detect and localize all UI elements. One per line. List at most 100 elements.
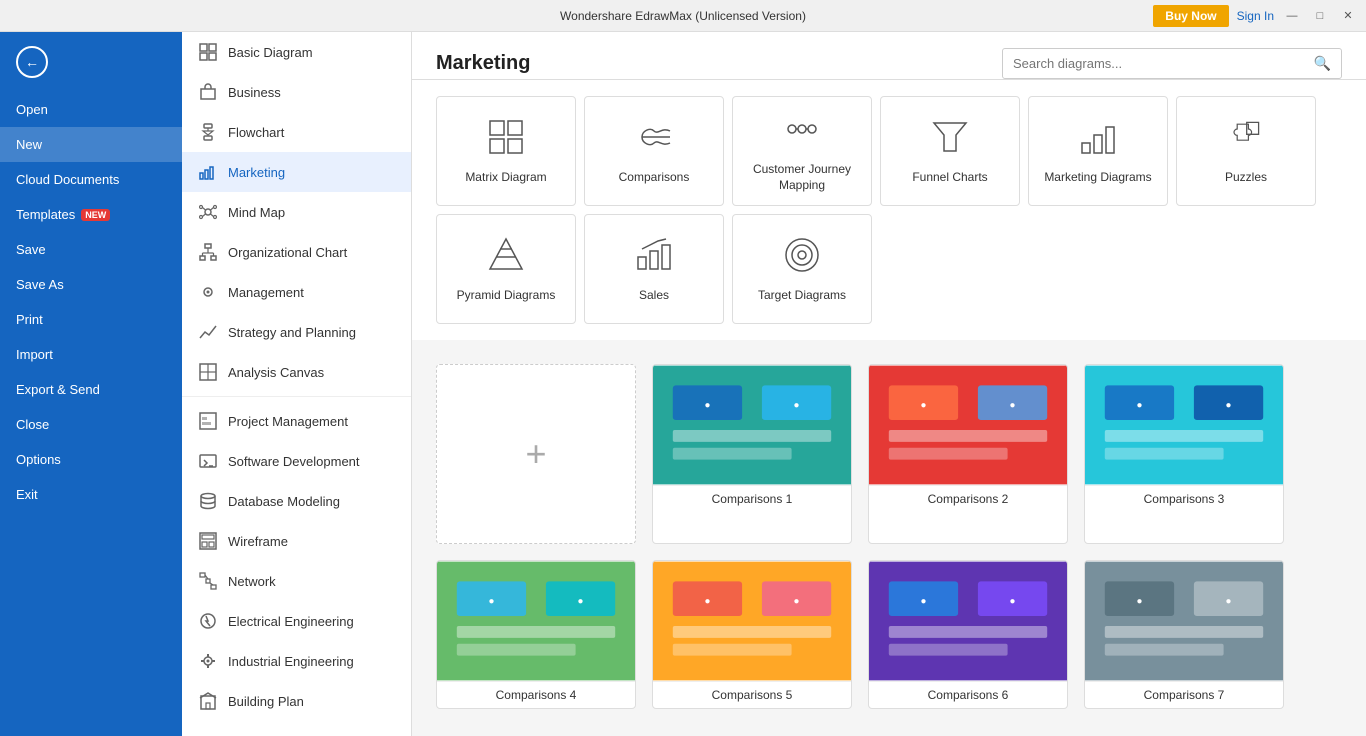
template-label-comp2: Comparisons 2 <box>869 485 1067 512</box>
back-button[interactable]: ← <box>0 32 182 92</box>
maximize-button[interactable]: □ <box>1310 6 1330 26</box>
nav-item-strategy[interactable]: Strategy and Planning <box>182 312 411 352</box>
template-card-comp5[interactable]: ● ● Comparisons 5 <box>652 560 852 709</box>
template-label-comp1: Comparisons 1 <box>653 485 851 512</box>
comparisons-category-icon <box>634 117 674 162</box>
network-icon <box>198 571 218 591</box>
database-icon <box>198 491 218 511</box>
template-thumb-comp2: ● ● <box>869 365 1067 485</box>
nav-item-label-business: Business <box>228 85 281 100</box>
category-card-customer-journey[interactable]: Customer Journey Mapping <box>732 96 872 206</box>
app-title: Wondershare EdrawMax (Unlicensed Version… <box>560 9 806 23</box>
category-label-funnel: Funnel Charts <box>912 170 987 186</box>
category-card-pyramid[interactable]: Pyramid Diagrams <box>436 214 576 324</box>
template-label-comp6: Comparisons 6 <box>869 681 1067 708</box>
sidebar-item-new[interactable]: New <box>0 127 182 162</box>
template-card-comp1[interactable]: ● ● Comparisons 1 <box>652 364 852 544</box>
category-label-pyramid: Pyramid Diagrams <box>457 288 556 304</box>
sidebar-item-open[interactable]: Open <box>0 92 182 127</box>
search-input[interactable] <box>1013 56 1314 71</box>
sidebar-item-save[interactable]: Save <box>0 232 182 267</box>
sidebar-item-exit[interactable]: Exit <box>0 477 182 512</box>
left-sidebar: ← OpenNewCloud DocumentsTemplatesNEWSave… <box>0 32 182 736</box>
search-icon[interactable]: 🔍 <box>1314 55 1331 72</box>
category-label-comparisons: Comparisons <box>619 170 690 186</box>
category-card-matrix[interactable]: Matrix Diagram <box>436 96 576 206</box>
svg-text:●: ● <box>1226 596 1232 607</box>
nav-divider <box>182 396 411 397</box>
funnel-category-icon <box>930 117 970 162</box>
sidebar-item-templates[interactable]: TemplatesNEW <box>0 197 182 232</box>
category-card-funnel[interactable]: Funnel Charts <box>880 96 1020 206</box>
category-label-puzzles: Puzzles <box>1225 170 1267 186</box>
nav-item-industrial[interactable]: Industrial Engineering <box>182 641 411 681</box>
nav-item-org-chart[interactable]: Organizational Chart <box>182 232 411 272</box>
add-template-button[interactable]: + <box>436 364 636 544</box>
nav-item-building[interactable]: Building Plan <box>182 681 411 721</box>
category-card-target[interactable]: Target Diagrams <box>732 214 872 324</box>
nav-item-management[interactable]: Management <box>182 272 411 312</box>
sidebar-item-print[interactable]: Print <box>0 302 182 337</box>
category-card-sales[interactable]: Sales <box>584 214 724 324</box>
sidebar-item-import[interactable]: Import <box>0 337 182 372</box>
nav-item-mind-map[interactable]: Mind Map <box>182 192 411 232</box>
minimize-button[interactable]: — <box>1282 6 1302 26</box>
nav-item-marketing[interactable]: Marketing <box>182 152 411 192</box>
nav-item-project-mgmt[interactable]: Project Management <box>182 401 411 441</box>
category-label-sales: Sales <box>639 288 669 304</box>
matrix-category-icon <box>486 117 526 162</box>
category-section: Matrix Diagram Comparisons Customer Journe… <box>412 80 1366 340</box>
sidebar-item-save-as[interactable]: Save As <box>0 267 182 302</box>
content-header: Marketing 🔍 <box>412 32 1366 80</box>
nav-item-label-project-mgmt: Project Management <box>228 414 348 429</box>
template-thumb-comp6: ● ● <box>869 561 1067 681</box>
title-bar: Wondershare EdrawMax (Unlicensed Version… <box>0 0 1366 32</box>
buy-now-button[interactable]: Buy Now <box>1153 5 1228 27</box>
svg-text:●: ● <box>578 596 584 607</box>
nav-item-basic-diagram[interactable]: Basic Diagram <box>182 32 411 72</box>
template-thumb-comp5: ● ● <box>653 561 851 681</box>
sign-in-button[interactable]: Sign In <box>1237 9 1274 23</box>
svg-text:●: ● <box>794 596 800 607</box>
close-button[interactable]: ✕ <box>1338 6 1358 26</box>
main-layout: ← OpenNewCloud DocumentsTemplatesNEWSave… <box>0 32 1366 736</box>
nav-item-label-marketing: Marketing <box>228 165 285 180</box>
nav-item-electrical[interactable]: Electrical Engineering <box>182 601 411 641</box>
svg-text:●: ● <box>1010 400 1016 411</box>
marketing-diag-category-icon <box>1078 117 1118 162</box>
sidebar-item-options[interactable]: Options <box>0 442 182 477</box>
nav-item-wireframe[interactable]: Wireframe <box>182 521 411 561</box>
content-title-row: Marketing 🔍 <box>436 48 1342 79</box>
svg-text:●: ● <box>920 400 926 411</box>
template-card-comp4[interactable]: ● ● Comparisons 4 <box>436 560 636 709</box>
category-card-comparisons[interactable]: Comparisons <box>584 96 724 206</box>
svg-text:●: ● <box>794 400 800 411</box>
category-card-marketing-diag[interactable]: Marketing Diagrams <box>1028 96 1168 206</box>
sidebar-item-close[interactable]: Close <box>0 407 182 442</box>
nav-item-software-dev[interactable]: Software Development <box>182 441 411 481</box>
templates-grid: + ● ● Comparisons 1 ● ● Comparisons 2 ● … <box>436 364 1342 709</box>
template-card-comp2[interactable]: ● ● Comparisons 2 <box>868 364 1068 544</box>
sidebar-item-export[interactable]: Export & Send <box>0 372 182 407</box>
template-card-comp6[interactable]: ● ● Comparisons 6 <box>868 560 1068 709</box>
templates-section: + ● ● Comparisons 1 ● ● Comparisons 2 ● … <box>412 348 1366 725</box>
sidebar-item-cloud[interactable]: Cloud Documents <box>0 162 182 197</box>
template-card-comp3[interactable]: ● ● Comparisons 3 <box>1084 364 1284 544</box>
nav-item-label-basic-diagram: Basic Diagram <box>228 45 313 60</box>
nav-item-database[interactable]: Database Modeling <box>182 481 411 521</box>
content-area: Marketing 🔍 Matrix Diagram Comparisons Cus… <box>412 32 1366 736</box>
nav-item-label-database: Database Modeling <box>228 494 340 509</box>
template-thumb-comp4: ● ● <box>437 561 635 681</box>
nav-item-business[interactable]: Business <box>182 72 411 112</box>
category-card-puzzles[interactable]: Puzzles <box>1176 96 1316 206</box>
nav-item-analysis[interactable]: Analysis Canvas <box>182 352 411 392</box>
category-grid: Matrix Diagram Comparisons Customer Journe… <box>436 96 1342 324</box>
nav-item-network[interactable]: Network <box>182 561 411 601</box>
puzzles-category-icon <box>1226 117 1266 162</box>
mind-map-icon <box>198 202 218 222</box>
target-category-icon <box>782 235 822 280</box>
page-title: Marketing <box>436 52 530 75</box>
template-card-comp7[interactable]: ● ● Comparisons 7 <box>1084 560 1284 709</box>
back-circle-icon: ← <box>16 46 48 78</box>
nav-item-flowchart[interactable]: Flowchart <box>182 112 411 152</box>
